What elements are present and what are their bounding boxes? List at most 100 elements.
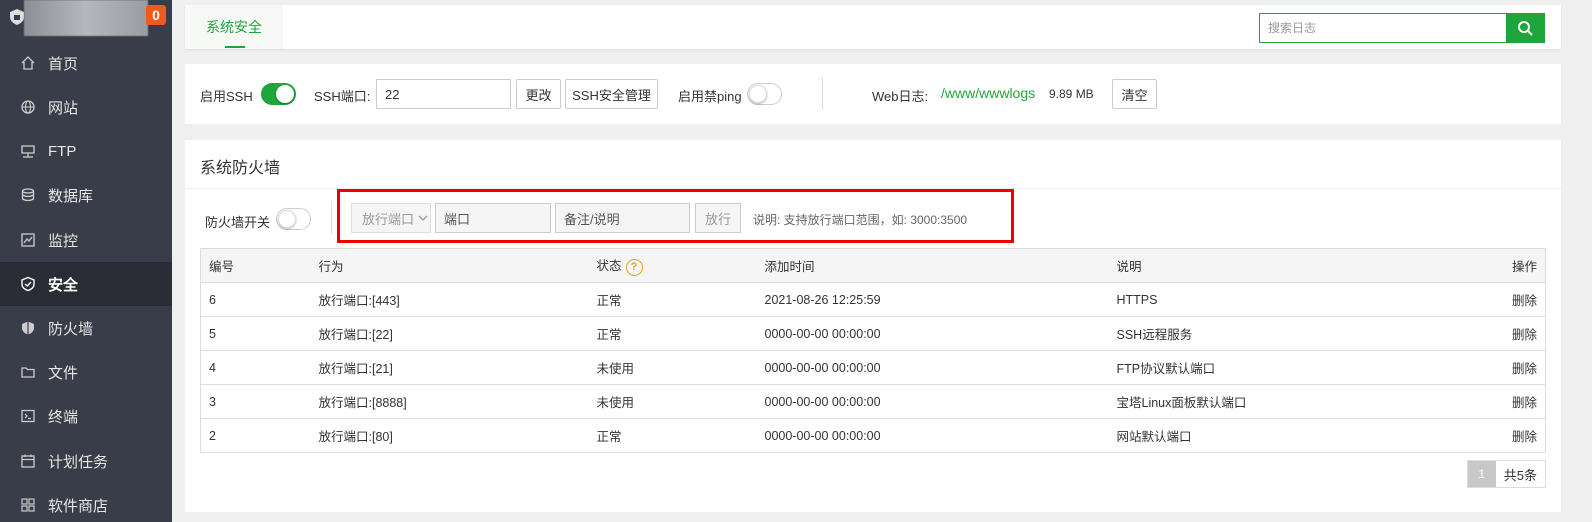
sidebar-item-0[interactable]: 首页 bbox=[0, 41, 172, 85]
grid-icon bbox=[20, 497, 36, 513]
sidebar-item-2[interactable]: FTP bbox=[0, 129, 172, 173]
change-port-button[interactable]: 更改 bbox=[516, 79, 561, 109]
sidebar-item-4[interactable]: 监控 bbox=[0, 218, 172, 262]
sidebar-item-3[interactable]: 数据库 bbox=[0, 173, 172, 217]
cell-time: 0000-00-00 00:00:00 bbox=[756, 350, 1109, 385]
search-button[interactable] bbox=[1506, 14, 1544, 42]
table-header-row: 编号 行为 状态? 添加时间 说明 操作 bbox=[200, 248, 1546, 283]
terminal-icon bbox=[20, 408, 36, 424]
sidebar-header: 0 bbox=[0, 0, 172, 45]
page-current[interactable]: 1 bbox=[1467, 461, 1496, 487]
cell-status: 正常 bbox=[588, 282, 757, 317]
ssh-enable-toggle[interactable] bbox=[261, 83, 296, 105]
ssh-enable-label: 启用SSH bbox=[200, 89, 253, 104]
firewall-rules-table: 编号 行为 状态? 添加时间 说明 操作 6 放行端口:[443] 正常 2021-0… bbox=[200, 248, 1546, 453]
delete-rule-link[interactable]: 删除 bbox=[1448, 282, 1546, 317]
sidebar-item-label: 数据库 bbox=[48, 187, 94, 205]
cell-status: 正常 bbox=[588, 418, 757, 453]
sidebar-item-9[interactable]: 计划任务 bbox=[0, 439, 172, 483]
column-header-status-label: 状态 bbox=[596, 259, 622, 274]
cell-time: 0000-00-00 00:00:00 bbox=[756, 418, 1109, 453]
user-avatar-blurred[interactable] bbox=[24, 0, 148, 36]
firewall-switch-toggle[interactable] bbox=[276, 208, 311, 230]
log-search bbox=[1259, 13, 1545, 43]
delete-rule-link[interactable]: 删除 bbox=[1448, 316, 1546, 351]
table-row: 5 放行端口:[22] 正常 0000-00-00 00:00:00 SSH远程服务 删除 bbox=[200, 316, 1546, 351]
log-search-input[interactable] bbox=[1260, 14, 1506, 42]
sidebar-item-8[interactable]: 终端 bbox=[0, 394, 172, 438]
sidebar-item-6[interactable]: 防火墙 bbox=[0, 306, 172, 350]
cell-status: 未使用 bbox=[588, 384, 757, 419]
column-header-status: 状态? bbox=[588, 248, 757, 283]
ssh-port-input[interactable]: 22 bbox=[376, 79, 511, 109]
firewall-title: 系统防火墙 bbox=[200, 160, 281, 177]
cell-action: 放行端口:[8888] bbox=[310, 384, 589, 419]
calendar-icon bbox=[20, 453, 36, 469]
cell-note: FTP协议默认端口 bbox=[1108, 350, 1449, 385]
tab-label: 系统安全 bbox=[206, 19, 262, 35]
toggle-knob bbox=[276, 85, 294, 103]
sidebar-item-7[interactable]: 文件 bbox=[0, 350, 172, 394]
clear-log-button[interactable]: 清空 bbox=[1112, 79, 1157, 109]
tab-system-security[interactable]: 系统安全 bbox=[185, 5, 283, 49]
page-total-count: 共5条 bbox=[1495, 461, 1545, 487]
sidebar-item-10[interactable]: 软件商店 bbox=[0, 483, 172, 522]
divider bbox=[822, 77, 823, 110]
ping-disable-label: 启用禁ping bbox=[678, 89, 742, 104]
cell-id: 6 bbox=[200, 282, 311, 317]
delete-rule-link[interactable]: 删除 bbox=[1448, 350, 1546, 385]
sidebar-item-label: FTP bbox=[48, 142, 77, 160]
ssh-security-manage-button[interactable]: SSH安全管理 bbox=[565, 79, 658, 109]
cell-action: 放行端口:[80] bbox=[310, 418, 589, 453]
folder-icon bbox=[20, 364, 36, 380]
ftp-icon bbox=[20, 143, 36, 159]
database-icon bbox=[20, 187, 36, 203]
table-row: 2 放行端口:[80] 正常 0000-00-00 00:00:00 网站默认端口 删除 bbox=[200, 418, 1546, 453]
web-log-path-link[interactable]: /www/wwwlogs bbox=[941, 85, 1035, 101]
home-icon bbox=[20, 55, 36, 71]
monitor-icon bbox=[20, 232, 36, 248]
delete-rule-link[interactable]: 删除 bbox=[1448, 418, 1546, 453]
cell-time: 2021-08-26 12:25:59 bbox=[756, 282, 1109, 317]
search-icon bbox=[1518, 21, 1533, 36]
column-header-action: 行为 bbox=[310, 248, 589, 283]
delete-rule-link[interactable]: 删除 bbox=[1448, 384, 1546, 419]
toggle-knob bbox=[749, 85, 767, 103]
column-header-id: 编号 bbox=[200, 248, 311, 283]
cell-id: 5 bbox=[200, 316, 311, 351]
tab-bar: 系统安全 bbox=[185, 5, 1561, 49]
sidebar: 0 首页网站 FTP 数据库监控 安全 防火墙 文件 终端计划任务软件商店 bbox=[0, 0, 172, 522]
toggle-knob bbox=[278, 210, 296, 228]
pagination: 1 共5条 bbox=[1466, 460, 1546, 488]
table-row: 6 放行端口:[443] 正常 2021-08-26 12:25:59 HTTPS 删除 bbox=[200, 282, 1546, 317]
web-log-size: 9.89 MB bbox=[1049, 87, 1094, 101]
ssh-port-label: SSH端口: bbox=[314, 89, 371, 104]
help-question-icon[interactable]: ? bbox=[625, 258, 643, 276]
column-header-time: 添加时间 bbox=[756, 248, 1109, 283]
sidebar-item-1[interactable]: 网站 bbox=[0, 85, 172, 129]
cell-time: 0000-00-00 00:00:00 bbox=[756, 384, 1109, 419]
cell-time: 0000-00-00 00:00:00 bbox=[756, 316, 1109, 351]
sidebar-item-label: 首页 bbox=[48, 55, 79, 73]
ping-disable-toggle[interactable] bbox=[747, 83, 782, 105]
sidebar-item-5[interactable]: 安全 bbox=[0, 262, 172, 306]
highlight-box bbox=[337, 189, 1014, 243]
cell-note: 宝塔Linux面板默认端口 bbox=[1108, 384, 1449, 419]
cell-status: 未使用 bbox=[588, 350, 757, 385]
cell-id: 2 bbox=[200, 418, 311, 453]
sidebar-item-label: 网站 bbox=[48, 99, 79, 117]
cell-note: 网站默认端口 bbox=[1108, 418, 1449, 453]
notification-badge[interactable]: 0 bbox=[146, 5, 166, 25]
tab-active-indicator bbox=[225, 46, 245, 48]
firewall-switch-label: 防火墙开关 bbox=[205, 215, 271, 230]
cell-status: 正常 bbox=[588, 316, 757, 351]
divider bbox=[331, 201, 332, 234]
shield-icon bbox=[20, 276, 36, 292]
web-log-label: Web日志: bbox=[872, 89, 929, 104]
column-header-note: 说明 bbox=[1108, 248, 1449, 283]
table-row: 4 放行端口:[21] 未使用 0000-00-00 00:00:00 FTP协议默认端… bbox=[200, 350, 1546, 385]
globe-icon bbox=[20, 99, 36, 115]
sidebar-item-label: 计划任务 bbox=[48, 453, 109, 471]
cell-id: 4 bbox=[200, 350, 311, 385]
ssh-settings-bar: 启用SSH SSH端口: 22 更改 SSH安全管理 启用禁ping Web日志… bbox=[185, 64, 1561, 124]
